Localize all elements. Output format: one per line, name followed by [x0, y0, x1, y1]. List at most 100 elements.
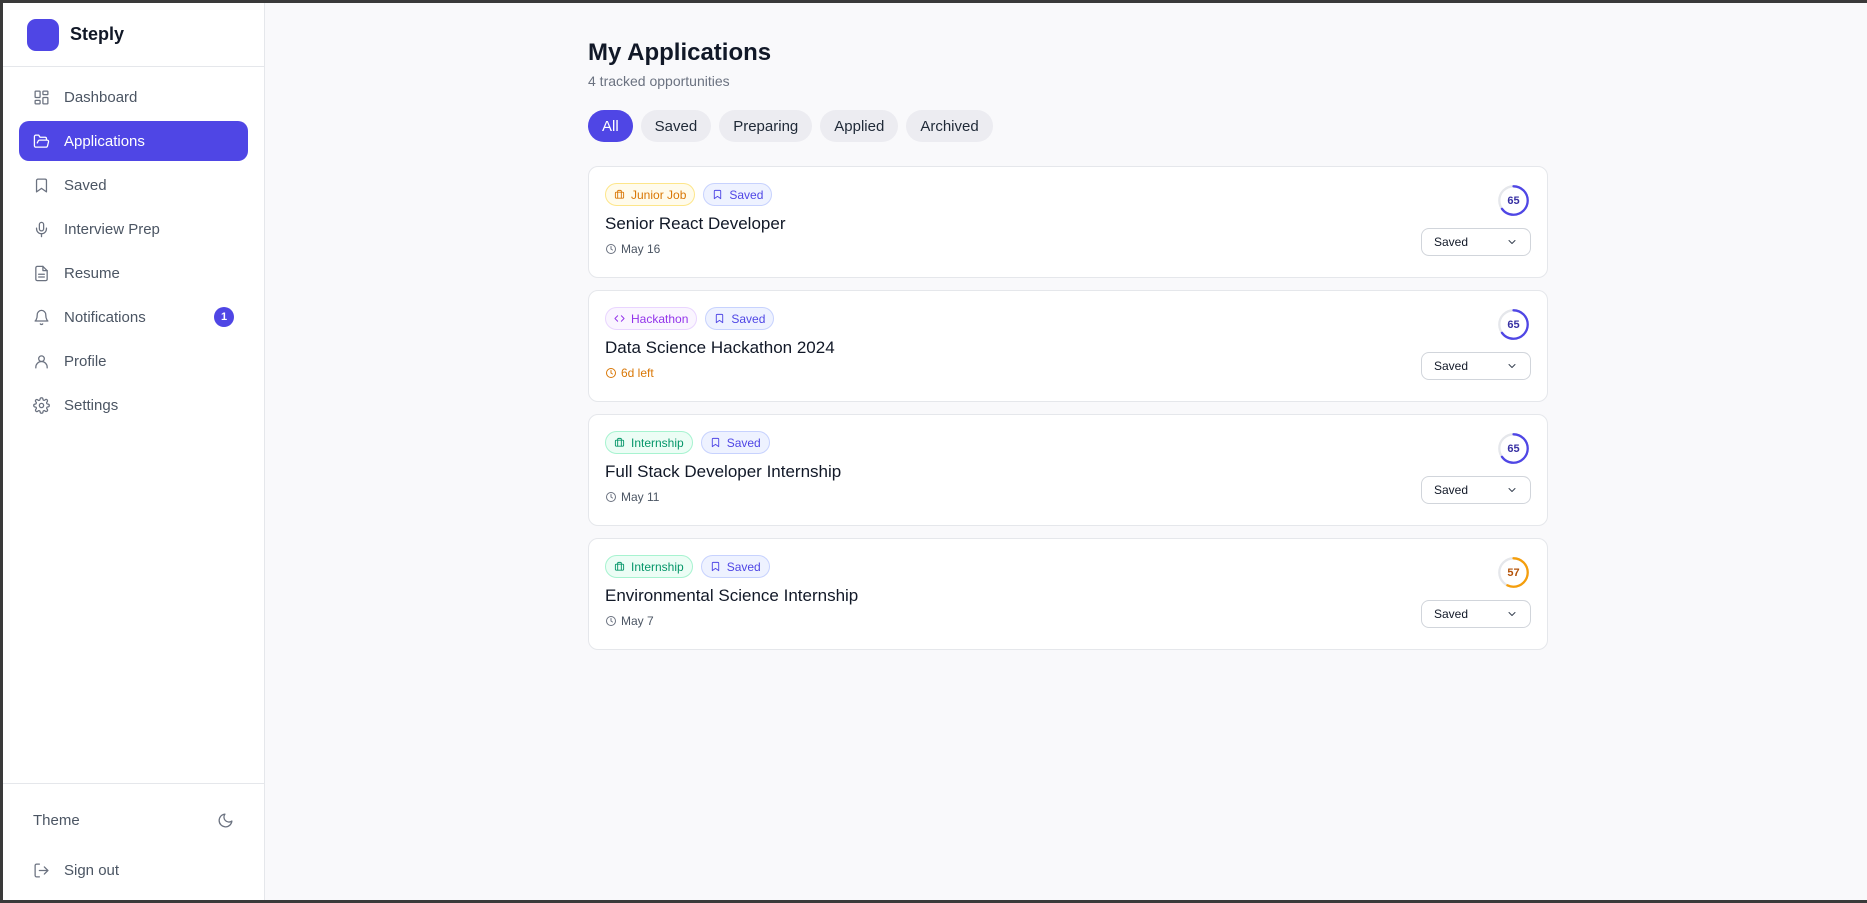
sidebar-nav: Dashboard Applications Saved Interview P…	[3, 67, 264, 429]
card-tags: Junior Job Saved	[605, 183, 1531, 206]
sidebar-footer: Theme Sign out	[3, 783, 264, 900]
bell-icon	[34, 309, 49, 325]
sidebar-item-label: Interview Prep	[64, 220, 160, 238]
type-tag: Internship	[605, 431, 693, 454]
status-dropdown[interactable]: Saved	[1421, 476, 1531, 504]
match-score-value: 65	[1507, 442, 1520, 455]
filter-saved[interactable]: Saved	[640, 110, 712, 142]
application-card[interactable]: Internship Saved Environmental Science I…	[588, 538, 1548, 650]
main-content: My Applications 4 tracked opportunities …	[265, 3, 1867, 900]
sidebar-item-resume[interactable]: Resume	[19, 253, 248, 293]
sign-out-button[interactable]: Sign out	[19, 850, 248, 890]
application-card[interactable]: Junior Job Saved Senior React Developer …	[588, 166, 1548, 278]
sidebar-item-label: Resume	[64, 264, 120, 282]
filter-preparing[interactable]: Preparing	[719, 110, 813, 142]
filter-applied[interactable]: Applied	[820, 110, 899, 142]
status-dropdown-value: Saved	[1434, 607, 1469, 621]
brand-name: Steply	[70, 24, 125, 44]
status-tag: Saved	[703, 183, 773, 206]
sidebar-item-label: Notifications	[64, 308, 146, 326]
status-tag: Saved	[700, 431, 770, 454]
sidebar-item-notifications[interactable]: Notifications 1	[19, 297, 248, 337]
status-dropdown-value: Saved	[1434, 359, 1469, 373]
brand[interactable]: Steply	[3, 3, 264, 67]
match-score-ring: 65	[1497, 432, 1530, 465]
page-title: My Applications	[588, 39, 772, 66]
status-dropdown[interactable]: Saved	[1421, 600, 1531, 628]
filter-all[interactable]: All	[588, 110, 633, 142]
applications-page: My Applications 4 tracked opportunities …	[588, 39, 1548, 662]
filter-archived[interactable]: Archived	[906, 110, 993, 142]
card-title: Environmental Science Internship	[605, 586, 859, 605]
sidebar-item-label: Applications	[64, 132, 145, 150]
status-dropdown-value: Saved	[1434, 483, 1469, 497]
status-dropdown[interactable]: Saved	[1421, 352, 1531, 380]
briefcase-icon	[614, 561, 625, 571]
type-tag: Junior Job	[605, 183, 696, 206]
brand-logo	[27, 18, 59, 51]
sidebar-item-profile[interactable]: Profile	[19, 341, 248, 381]
filter-chips: All Saved Preparing Applied Archived	[588, 110, 1548, 142]
sidebar-item-label: Dashboard	[64, 88, 138, 106]
type-tag: Hackathon	[605, 307, 698, 330]
sidebar-item-dashboard[interactable]: Dashboard	[19, 77, 248, 117]
bookmark-icon	[35, 177, 48, 193]
match-score-value: 57	[1507, 566, 1520, 579]
chevron-down-icon	[1508, 612, 1516, 616]
clock-icon	[606, 616, 616, 626]
match-score-value: 65	[1507, 318, 1520, 331]
briefcase-icon	[614, 437, 625, 447]
card-date: May 16	[605, 242, 1531, 256]
card-title: Full Stack Developer Internship	[605, 462, 842, 481]
microphone-icon	[35, 221, 48, 237]
card-date: May 11	[605, 490, 1531, 504]
application-card[interactable]: Hackathon Saved Data Science Hackathon 2…	[588, 290, 1548, 402]
moon-icon[interactable]	[217, 812, 234, 829]
sidebar-item-settings[interactable]: Settings	[19, 385, 248, 425]
sidebar-item-applications[interactable]: Applications	[19, 121, 248, 161]
app-window: Steply Dashboard Applications Saved Inte…	[3, 3, 1867, 900]
sign-out-label: Sign out	[64, 861, 120, 879]
card-title: Senior React Developer	[605, 214, 786, 233]
sidebar-item-label: Settings	[64, 396, 119, 414]
type-tag: Internship	[605, 555, 693, 578]
theme-label: Theme	[33, 811, 80, 829]
theme-row: Theme	[19, 800, 248, 840]
clock-icon	[606, 368, 616, 378]
match-score-ring: 65	[1497, 184, 1530, 217]
card-tags: Hackathon Saved	[605, 307, 1531, 330]
notification-count-badge: 1	[214, 307, 234, 327]
match-score-value: 65	[1507, 194, 1520, 207]
sidebar-item-label: Saved	[64, 176, 107, 194]
status-tag: Saved	[705, 307, 775, 330]
applications-list: Junior Job Saved Senior React Developer …	[588, 166, 1548, 650]
match-score-ring: 65	[1497, 308, 1530, 341]
log-out-icon	[34, 862, 49, 878]
card-title: Data Science Hackathon 2024	[605, 338, 835, 357]
card-tags: Internship Saved	[605, 555, 1531, 578]
bookmark-icon	[711, 561, 719, 572]
folder-open-icon	[33, 133, 50, 148]
status-dropdown[interactable]: Saved	[1421, 228, 1531, 256]
status-dropdown-value: Saved	[1434, 235, 1469, 249]
dashboard-icon	[34, 89, 49, 105]
sidebar-item-label: Profile	[64, 352, 107, 370]
clock-icon	[606, 492, 616, 502]
application-card[interactable]: Internship Saved Full Stack Developer In…	[588, 414, 1548, 526]
chevron-down-icon	[1508, 364, 1516, 368]
sidebar-item-saved[interactable]: Saved	[19, 165, 248, 205]
sidebar: Steply Dashboard Applications Saved Inte…	[3, 3, 265, 900]
sidebar-item-interview-prep[interactable]: Interview Prep	[19, 209, 248, 249]
gear-icon	[33, 396, 50, 414]
bookmark-icon	[716, 313, 724, 324]
status-tag: Saved	[700, 555, 770, 578]
chevron-down-icon	[1508, 488, 1516, 492]
card-deadline: 6d left	[605, 366, 1531, 380]
code-icon	[614, 315, 625, 322]
chevron-down-icon	[1508, 240, 1516, 244]
card-date: May 7	[605, 614, 1531, 628]
briefcase-icon	[614, 189, 625, 199]
page-subtitle: 4 tracked opportunities	[588, 73, 730, 89]
card-tags: Internship Saved	[605, 431, 1531, 454]
clock-icon	[606, 244, 616, 254]
